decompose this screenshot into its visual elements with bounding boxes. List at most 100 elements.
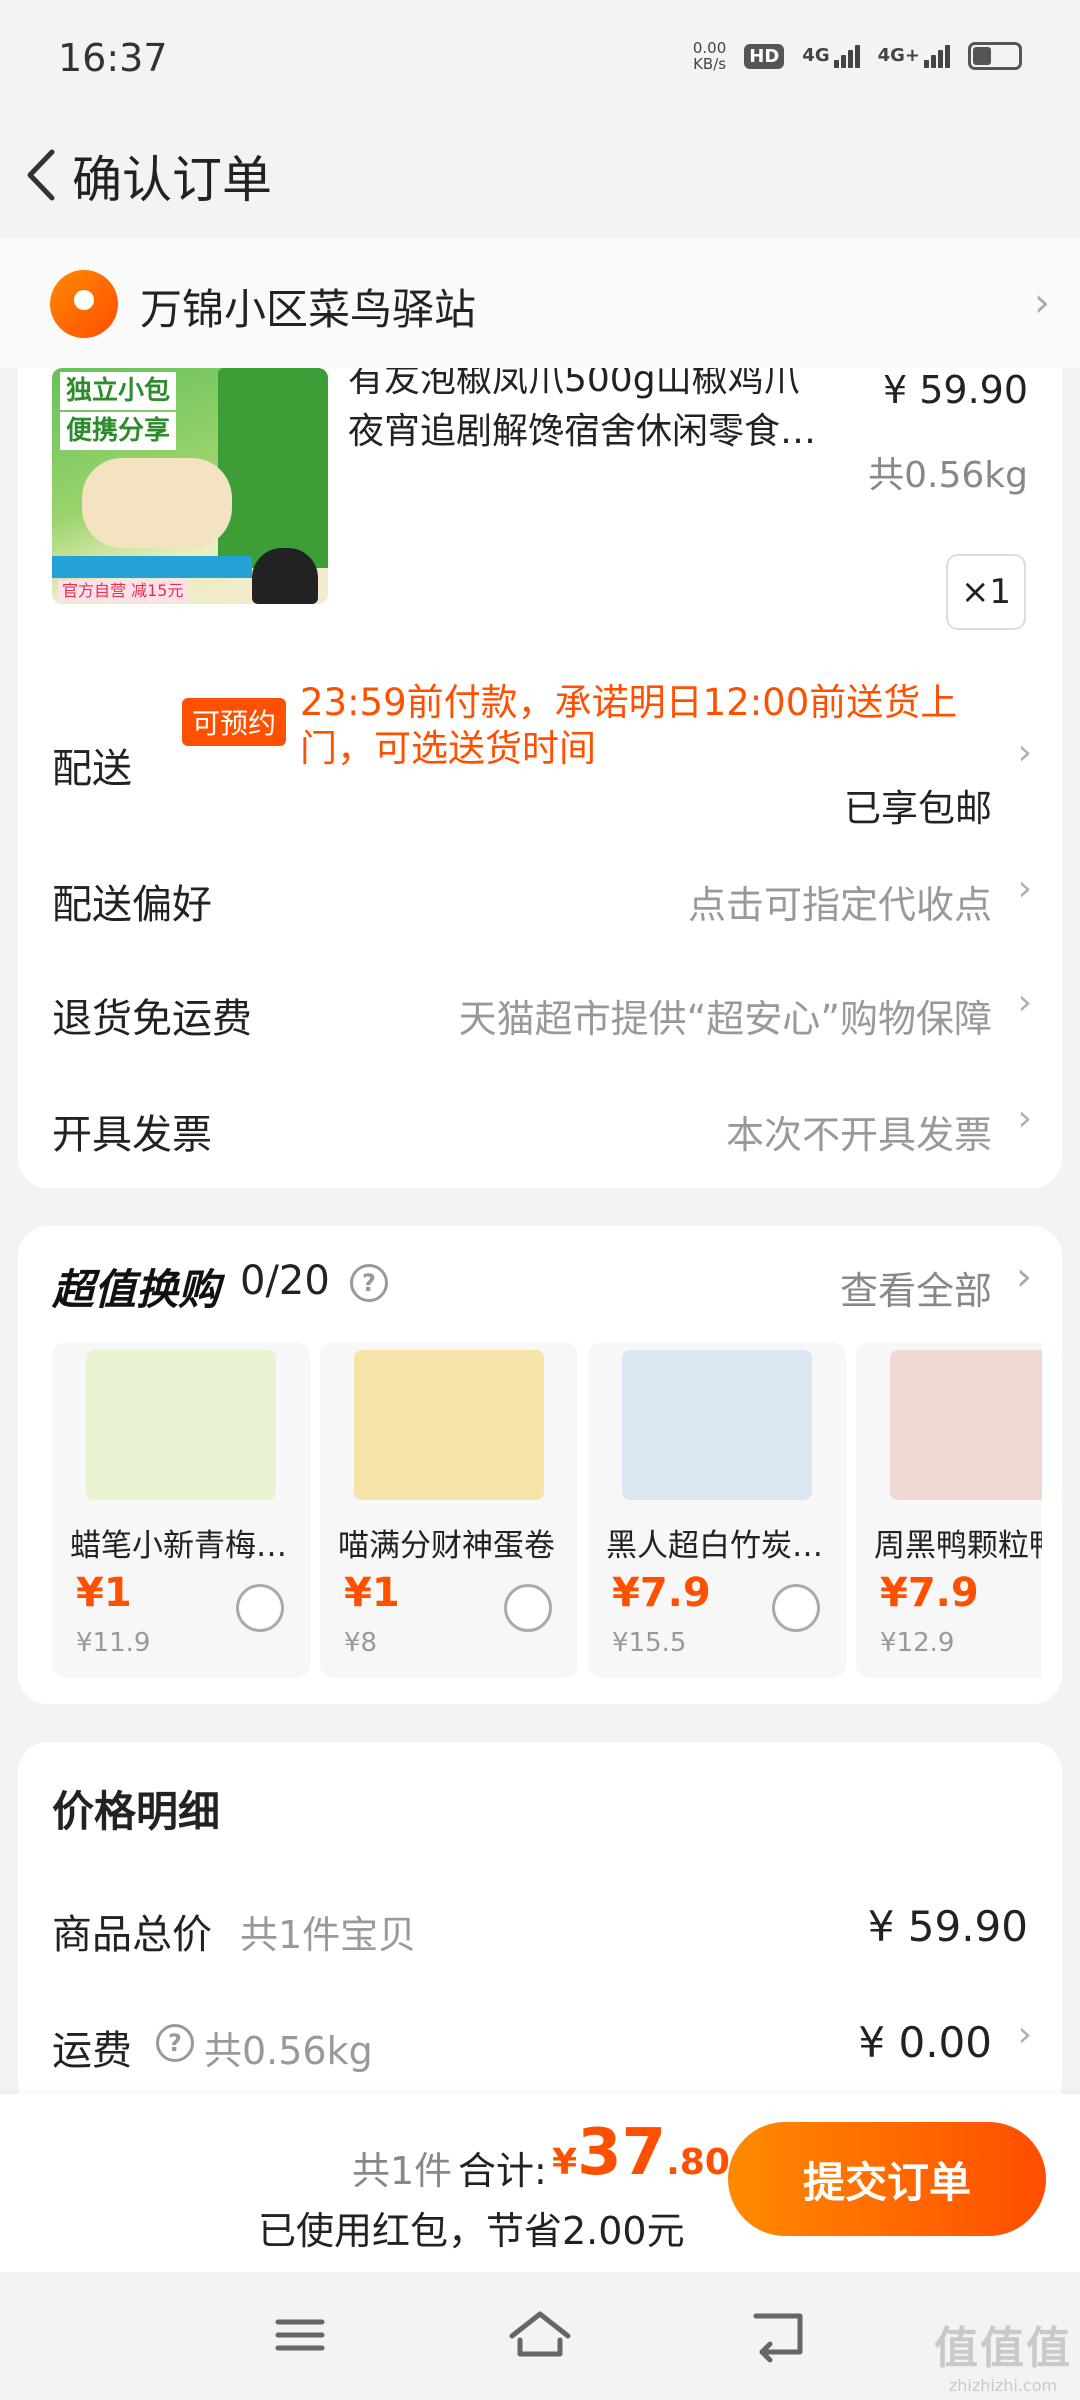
back-nav-button[interactable] [740, 2300, 820, 2370]
menu-icon [275, 2319, 325, 2351]
exchange-item-original-price: ¥12.9 [880, 1628, 955, 1658]
status-bar: 16:37 0.00 KB/s HD 4G 4G+ [0, 0, 1080, 120]
exchange-title: 超值换购 [52, 1265, 221, 1314]
exchange-item-price: ¥7.9 [612, 1570, 711, 1616]
exchange-item-name: 周黑鸭颗粒鸭脖 [874, 1528, 1042, 1564]
question-circle-icon[interactable]: ? [350, 1264, 388, 1302]
exchange-item-image [86, 1350, 276, 1500]
product-weight: 共0.56kg [868, 455, 1028, 496]
signal-icon: 4G [802, 44, 860, 68]
chevron-right-icon: › [1017, 2014, 1032, 2055]
quantity-stepper[interactable]: ×1 [946, 554, 1026, 630]
image-promo: 官方自营 减15元 [58, 580, 188, 602]
chevron-right-icon: › [1017, 868, 1032, 909]
submit-order-button[interactable]: 提交订单 [728, 2122, 1046, 2236]
freight-row[interactable]: 运费 ? 共0.56kg ¥ 0.00 › [18, 2006, 1062, 2094]
exchange-item-radio[interactable] [772, 1584, 820, 1632]
product-title-line2: 夜宵追剧解馋宿舍休闲零食… [348, 411, 817, 452]
checkout-footer: 共1件 合计: ¥37.80 已使用红包，节省2.00元 提交订单 [0, 2094, 1080, 2272]
watermark-url: zhizhizhi.com [948, 2376, 1058, 2395]
free-shipping-label: 已享包邮 [844, 787, 992, 830]
image-tag: 便携分享 [60, 412, 177, 450]
exchange-item-original-price: ¥8 [344, 1628, 378, 1658]
exchange-list: 蜡笔小新青梅蒟蒻椰果果冻 ¥1 ¥11.9 喵满分财神蛋卷 ¥1 ¥8 黑人超白… [52, 1342, 1042, 1678]
exchange-item-original-price: ¥15.5 [612, 1628, 687, 1658]
price-detail-card: 价格明细 商品总价 共1件宝贝 ¥ 59.90 运费 ? 共0.56kg ¥ 0… [18, 1742, 1062, 2094]
page-title: 确认订单 [72, 151, 272, 209]
system-nav-bar: 值值值 zhizhizhi.com [0, 2272, 1080, 2400]
exchange-item-price: ¥1 [344, 1570, 400, 1616]
product-price: ¥ 59.90 [882, 368, 1028, 412]
freight-label: 运费 [52, 2028, 132, 2074]
header: 确认订单 [0, 120, 1080, 238]
exchange-item-name: 喵满分财神蛋卷 [338, 1528, 555, 1564]
order-card: 独立小包 便携分享 官方自营 减15元 有友泡椒凤爪500g山椒鸡爪 夜宵追剧解… [18, 368, 1062, 1188]
watermark-logo: 值值值 [934, 2323, 1072, 2374]
exchange-item-name: 蜡笔小新青梅蒟蒻椰果果冻 [70, 1528, 300, 1564]
exchange-item-original-price: ¥11.9 [76, 1628, 151, 1658]
exchange-item[interactable]: 蜡笔小新青梅蒟蒻椰果果冻 ¥1 ¥11.9 [52, 1342, 310, 1678]
reservation-badge: 可预约 [182, 698, 287, 746]
signal-icon-2: 4G+ [877, 44, 950, 68]
back-arrow-icon [753, 2313, 803, 2363]
exchange-item-price: ¥1 [76, 1570, 132, 1616]
return-shipping-row[interactable]: 退货免运费 天猫超市提供“超安心”购物保障 › [18, 968, 1062, 1068]
product-title[interactable]: 有友泡椒凤爪500g山椒鸡爪 夜宵追剧解馋宿舍休闲零食… [348, 368, 888, 458]
product-image[interactable]: 独立小包 便携分享 官方自营 减15元 [52, 368, 328, 604]
delivery-label: 配送 [52, 746, 132, 792]
footer-total-label: 合计: [458, 2149, 547, 2193]
question-circle-icon[interactable]: ? [156, 2024, 194, 2062]
exchange-item-radio[interactable] [236, 1584, 284, 1632]
exchange-item-price: ¥7.9 [880, 1570, 979, 1616]
footer-total-decimal: .80 [666, 2142, 730, 2183]
chevron-right-icon: › [1017, 982, 1032, 1023]
back-button[interactable] [14, 140, 74, 210]
exchange-count: 0/20 [240, 1258, 330, 1304]
exchange-item-image [354, 1350, 544, 1500]
battery-icon [968, 42, 1022, 70]
battery-level [973, 47, 991, 65]
invoice-label: 开具发票 [52, 1112, 212, 1158]
order-confirm-page: 16:37 0.00 KB/s HD 4G 4G+ 确认订单 万锦小区菜鸟驿站 … [0, 0, 1080, 2400]
footer-item-count: 共1件 [352, 2149, 453, 2193]
home-button[interactable] [500, 2300, 580, 2370]
status-icons: 0.00 KB/s HD 4G 4G+ [693, 40, 1022, 72]
freight-amount: ¥ 0.00 [858, 2018, 992, 2067]
goods-total-amount: ¥ 59.90 [867, 1902, 1028, 1951]
product-bag-graphic [218, 368, 328, 568]
view-all-link[interactable]: 查看全部 [840, 1260, 992, 1315]
address-selector[interactable]: 万锦小区菜鸟驿站 › [0, 238, 1080, 368]
exchange-item[interactable]: 喵满分财神蛋卷 ¥1 ¥8 [320, 1342, 578, 1678]
signal-label-2: 4G+ [877, 44, 920, 66]
exchange-item-image [890, 1350, 1042, 1500]
chevron-right-icon: › [1016, 1254, 1032, 1300]
signal-label: 4G [802, 44, 830, 66]
watermark: 值值值 zhizhizhi.com [934, 2312, 1072, 2395]
preference-value: 点击可指定代收点 [687, 883, 992, 927]
invoice-row[interactable]: 开具发票 本次不开具发票 › [18, 1084, 1062, 1184]
net-speed-value: 0.00 [692, 39, 727, 57]
footer-saved-text: 已使用红包，节省2.00元 [258, 2209, 685, 2253]
chevron-right-icon: › [1017, 1098, 1032, 1139]
product-title-line1: 有友泡椒凤爪500g山椒鸡爪 [348, 368, 800, 400]
menu-button[interactable] [260, 2300, 340, 2370]
return-value: 天猫超市提供“超安心”购物保障 [458, 997, 992, 1041]
chevron-right-icon: › [1017, 732, 1032, 773]
footer-total-amount: ¥37.80 [552, 2116, 730, 2190]
goods-count: 共1件宝贝 [240, 1913, 417, 1957]
net-speed-unit: KB/s [693, 55, 727, 73]
return-label: 退货免运费 [52, 996, 252, 1042]
hd-icon: HD [744, 43, 785, 69]
preference-label: 配送偏好 [52, 882, 212, 928]
location-pin-icon [50, 270, 118, 338]
footer-currency: ¥ [552, 2142, 578, 2183]
exchange-item[interactable]: 黑人超白竹炭牙膏 ¥7.9 ¥15.5 [588, 1342, 846, 1678]
delivery-message: 23:59前付款，承诺明日12:00前送货上门，可选送货时间 [300, 681, 958, 770]
image-tag: 独立小包 [60, 372, 177, 410]
exchange-item[interactable]: 周黑鸭颗粒鸭脖 ¥7.9 ¥12.9 [856, 1342, 1042, 1678]
delivery-preference-row[interactable]: 配送偏好 点击可指定代收点 › [18, 854, 1062, 954]
freight-weight: 共0.56kg [204, 2029, 373, 2073]
exchange-item-radio[interactable] [504, 1584, 552, 1632]
tmall-cat-icon [252, 548, 318, 604]
footer-total-integer: 37 [577, 2116, 667, 2190]
